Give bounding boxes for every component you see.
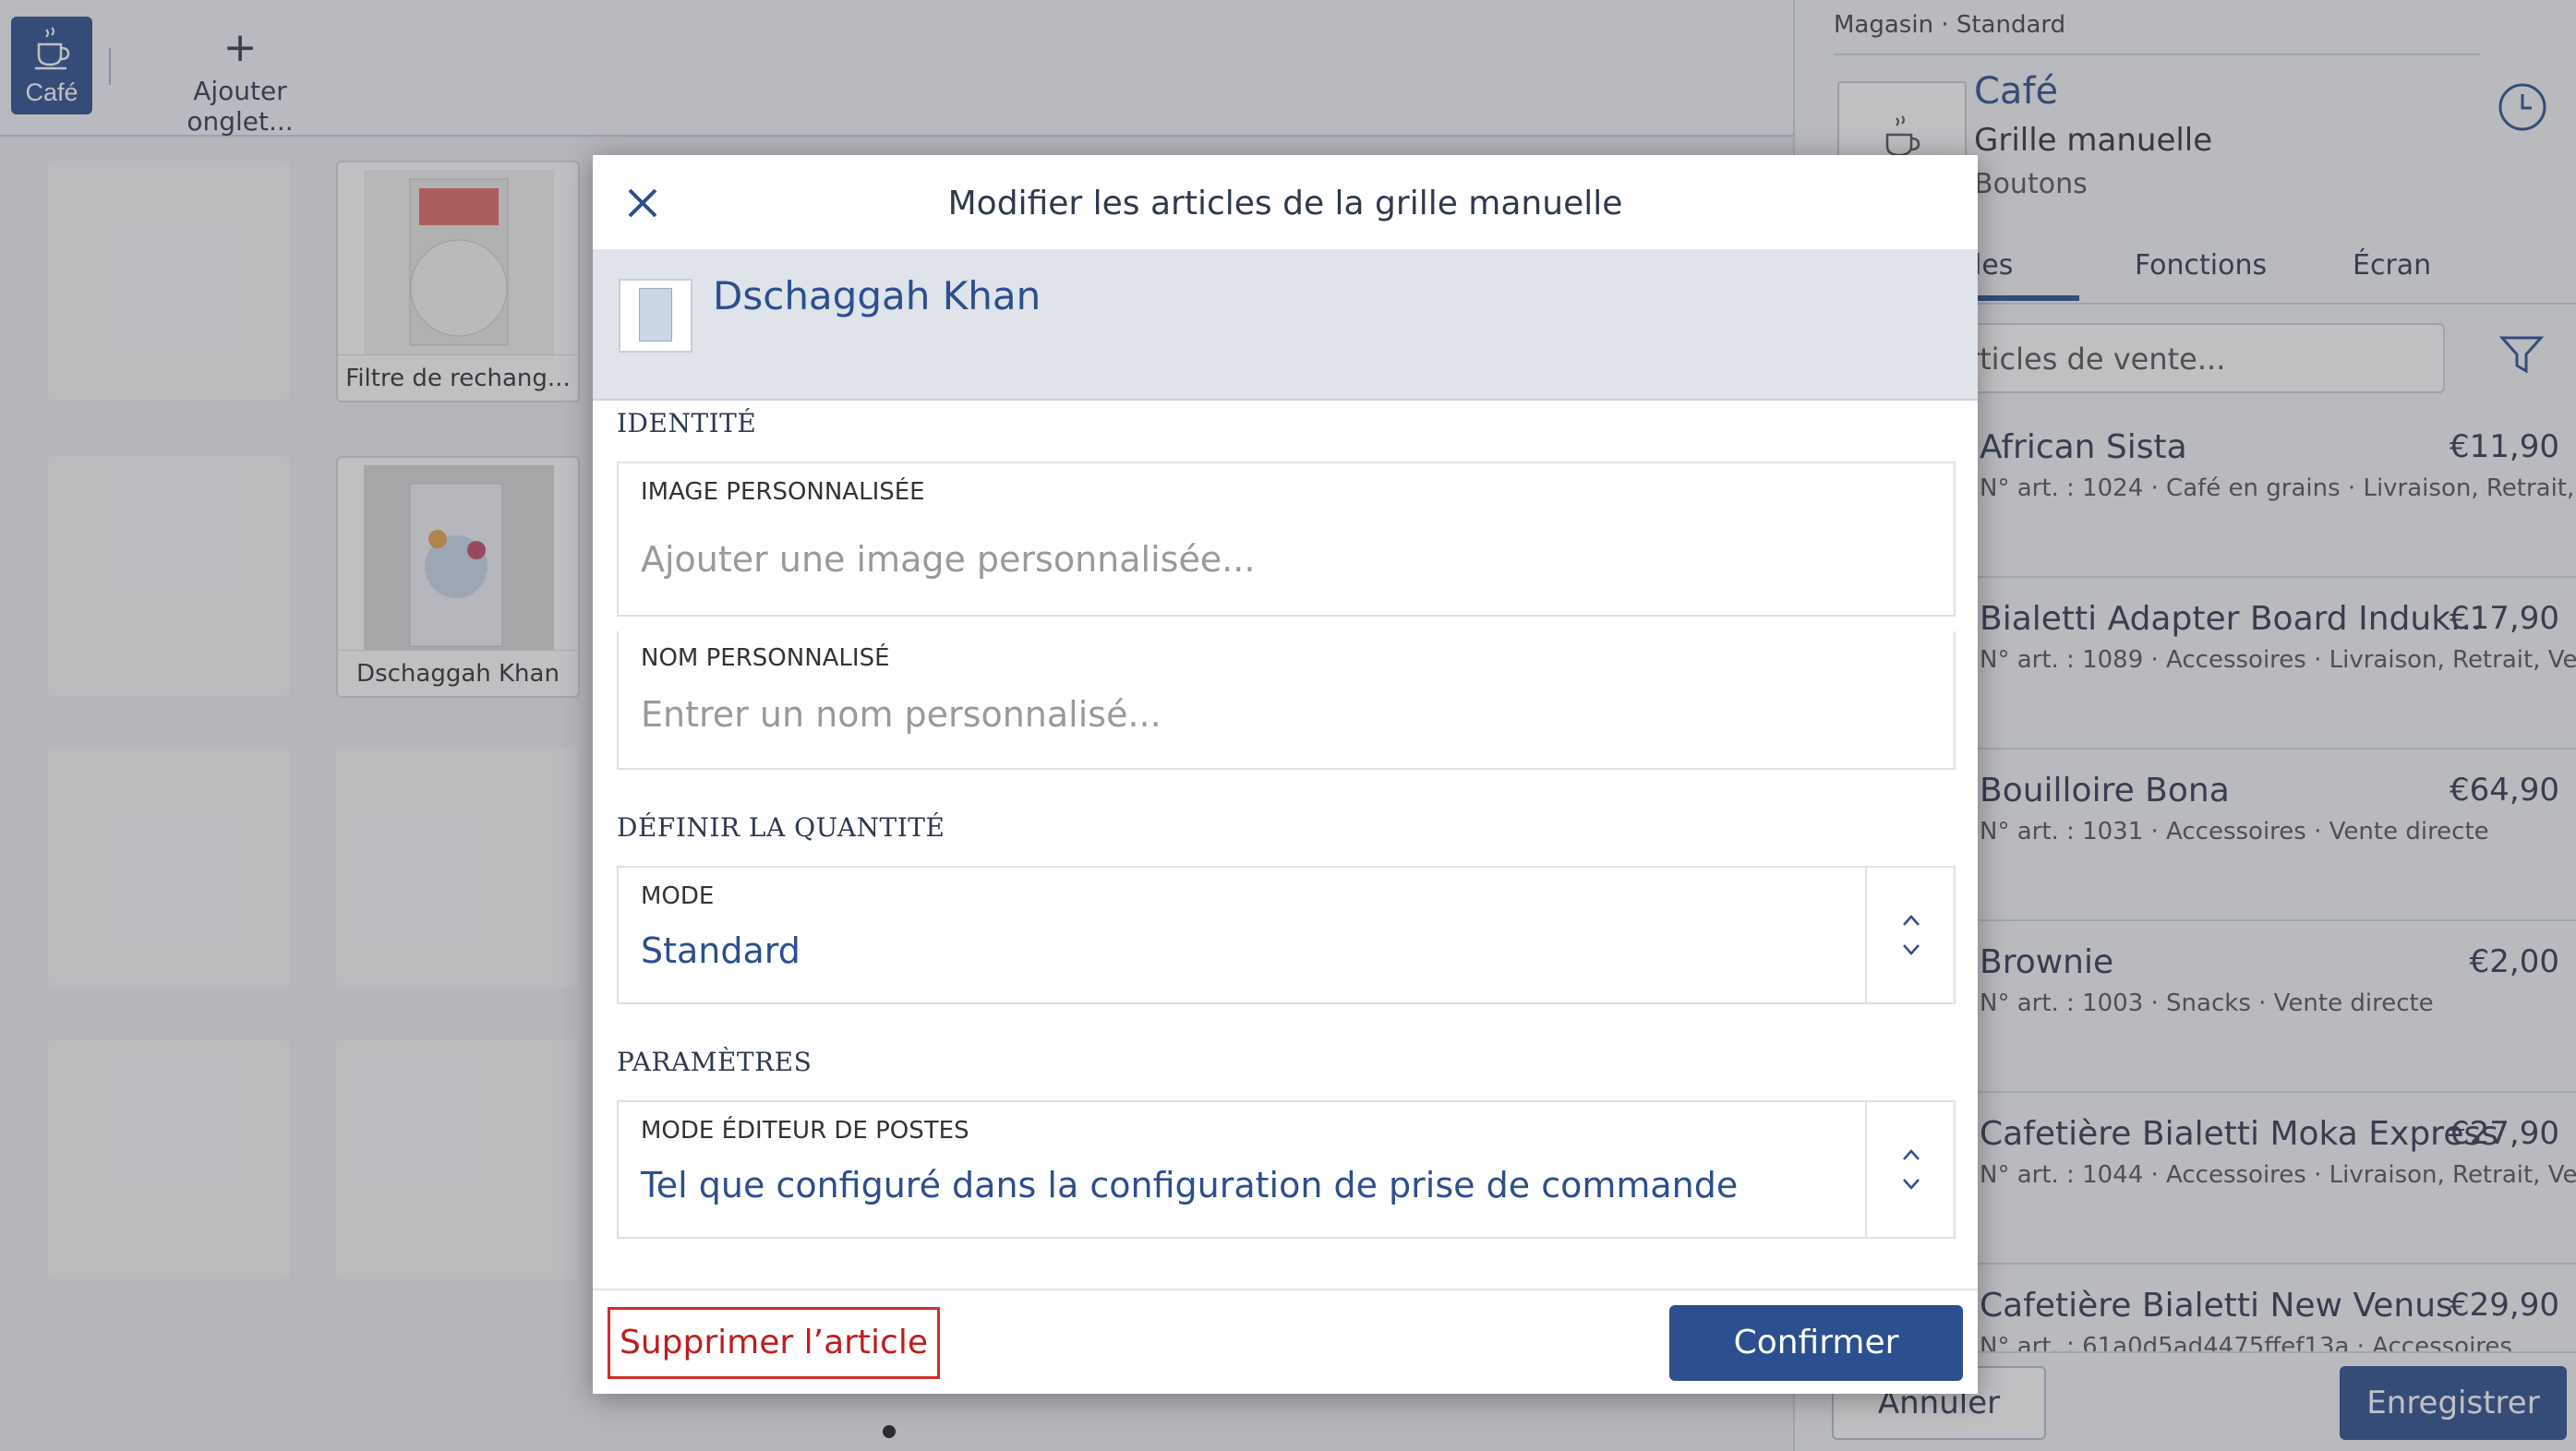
dialog-title: Modifier les articles de la grille manue…	[947, 185, 1623, 222]
item-name: Dschaggah Khan	[713, 273, 1041, 318]
custom-image-field[interactable]: IMAGE PERSONNALISÉE Ajouter une image pe…	[617, 462, 1956, 617]
field-label: MODE	[641, 882, 715, 910]
item-thumbnail	[619, 279, 692, 353]
custom-name-field[interactable]: NOM PERSONNALISÉ Entrer un nom personnal…	[617, 631, 1956, 770]
chevron-down-icon[interactable]	[1900, 941, 1922, 958]
dialog-header: Modifier les articles de la grille manue…	[593, 155, 1978, 251]
chevron-up-icon[interactable]	[1900, 1146, 1922, 1163]
editor-mode-select[interactable]: MODE ÉDITEUR DE POSTES Tel que configuré…	[617, 1100, 1956, 1239]
edit-item-dialog: Modifier les articles de la grille manue…	[593, 155, 1978, 1394]
mode-value: Standard	[641, 930, 800, 971]
editor-mode-value: Tel que configuré dans la configuration …	[641, 1165, 1739, 1205]
chevron-up-icon[interactable]	[1900, 912, 1922, 929]
mode-stepper[interactable]	[1865, 868, 1954, 1002]
custom-name-input[interactable]: Entrer un nom personnalisé...	[641, 694, 1162, 735]
item-header: Dschaggah Khan	[593, 251, 1978, 401]
confirm-button[interactable]: Confirmer	[1669, 1305, 1963, 1381]
dialog-footer: Supprimer l’article Confirmer	[593, 1289, 1978, 1394]
section-title-quantity: DÉFINIR LA QUANTITÉ	[617, 812, 945, 843]
section-title-identity: IDENTITÉ	[617, 408, 757, 438]
section-title-parameters: PARAMÈTRES	[617, 1047, 813, 1077]
field-label: NOM PERSONNALISÉ	[641, 644, 890, 672]
mode-select[interactable]: MODE Standard	[617, 866, 1956, 1004]
chevron-down-icon[interactable]	[1900, 1176, 1922, 1193]
custom-image-placeholder: Ajouter une image personnalisée...	[641, 539, 1256, 580]
field-label: MODE ÉDITEUR DE POSTES	[641, 1117, 969, 1145]
delete-item-button[interactable]: Supprimer l’article	[608, 1307, 940, 1379]
editor-mode-stepper[interactable]	[1865, 1102, 1954, 1237]
field-label: IMAGE PERSONNALISÉE	[641, 478, 925, 506]
